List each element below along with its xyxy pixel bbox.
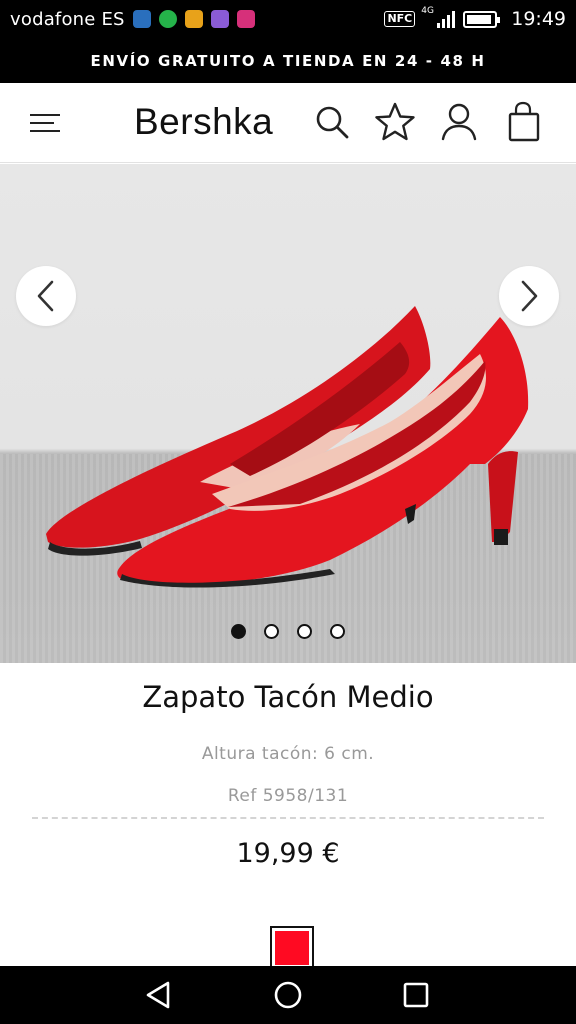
divider: [32, 817, 544, 819]
product-description: Altura tacón: 6 cm.: [201, 744, 375, 764]
carrier-name: vodafone ES: [10, 8, 125, 30]
chevron-right-icon: [521, 280, 538, 312]
product-image: [46, 306, 529, 588]
site-header: Bershka: [0, 83, 576, 163]
back-triangle-icon[interactable]: [142, 978, 176, 1012]
network-type: 4G: [421, 6, 434, 16]
gallery-app-icon: [210, 10, 229, 28]
previous-image-button[interactable]: [16, 266, 76, 326]
promo-text: ENVÍO GRATUITO A TIENDA EN 24 - 48 H: [90, 51, 486, 70]
instagram-icon: [236, 10, 255, 28]
carousel-dot[interactable]: [264, 624, 279, 639]
product-image-carousel[interactable]: [0, 164, 576, 663]
status-bar: vodafone ES NFC 4G 19:49: [0, 0, 576, 38]
signal-icon: 4G: [421, 6, 456, 28]
hamburger-menu-icon[interactable]: [30, 110, 62, 134]
nfc-indicator: NFC: [384, 11, 416, 27]
brand-logo[interactable]: Bershka: [134, 101, 273, 143]
carousel-dot[interactable]: [330, 624, 345, 639]
promo-banner[interactable]: ENVÍO GRATUITO A TIENDA EN 24 - 48 H: [0, 38, 576, 83]
product-reference: Ref 5958/131: [227, 786, 349, 806]
next-image-button[interactable]: [499, 266, 559, 326]
recents-square-icon[interactable]: [399, 978, 433, 1012]
search-icon[interactable]: [311, 101, 353, 143]
star-icon[interactable]: [374, 101, 416, 143]
status-indicators: NFC 4G 19:49: [384, 6, 566, 30]
chevron-left-icon: [37, 280, 54, 312]
whatsapp-icon: [158, 10, 177, 28]
product-title: Zapato Tacón Medio: [142, 680, 434, 714]
notification-icons: [132, 10, 255, 28]
product-price: 19,99 €: [236, 838, 340, 869]
color-swatch[interactable]: [270, 926, 314, 970]
user-icon[interactable]: [438, 101, 480, 143]
battery-icon: [463, 10, 501, 28]
color-swatch-fill: [275, 931, 309, 965]
shopping-app-icon: [184, 10, 203, 28]
system-navigation-bar: [0, 966, 576, 1024]
carousel-pagination: [0, 624, 576, 639]
clock: 19:49: [511, 8, 566, 30]
battery-level: [467, 14, 491, 24]
home-circle-icon[interactable]: [271, 978, 305, 1012]
carousel-dot-active[interactable]: [231, 624, 246, 639]
app-notification-icon: [132, 10, 151, 28]
shopping-bag-icon[interactable]: [503, 101, 545, 143]
carousel-dot[interactable]: [297, 624, 312, 639]
